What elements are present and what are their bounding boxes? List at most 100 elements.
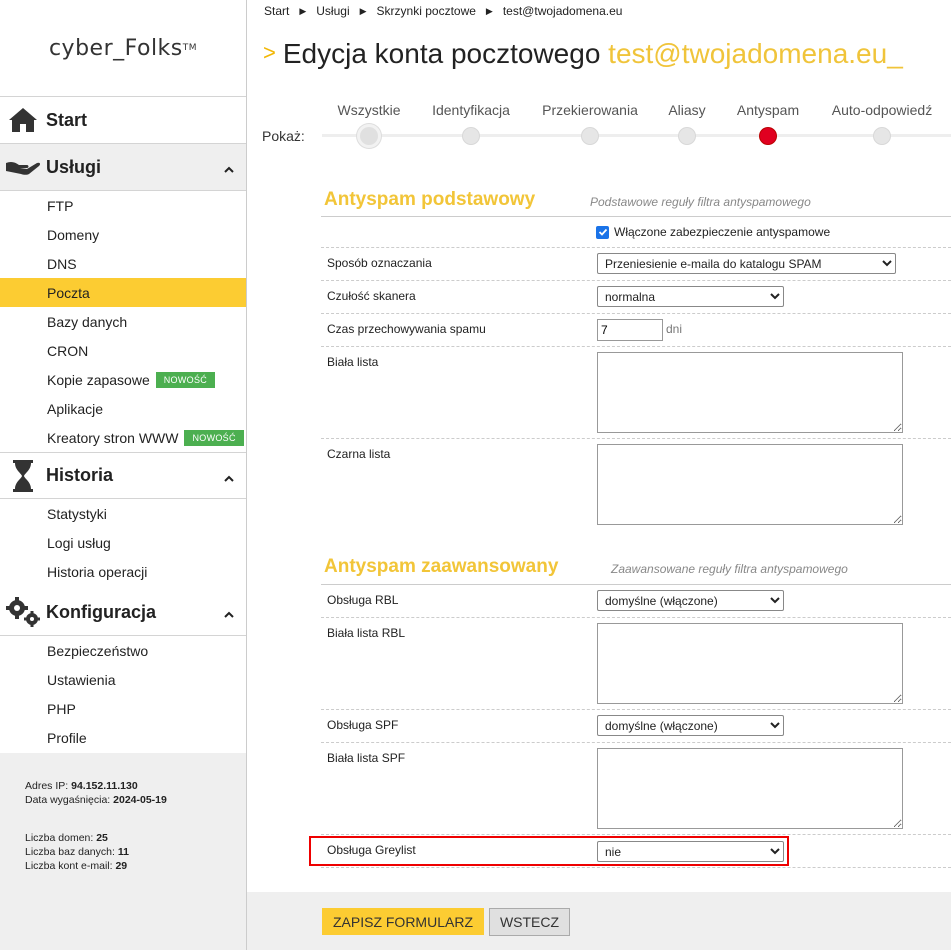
retention-input[interactable] bbox=[597, 319, 663, 341]
sidebar-item-label: CRON bbox=[47, 342, 89, 359]
main-content: Start ▶ Usługi ▶ Skrzynki pocztowe ▶ tes… bbox=[247, 0, 951, 950]
title-chevron-icon: > bbox=[263, 40, 276, 65]
brand-name: cyber_Folks bbox=[48, 35, 183, 61]
sidebar-item-historia-operacji[interactable]: Historia operacji bbox=[0, 557, 246, 586]
tab-dot-auto-odpowiedz[interactable] bbox=[873, 127, 891, 145]
expiry-row: Data wygaśnięcia: 2024-05-19 bbox=[25, 793, 246, 807]
brand-logo[interactable]: cyber_Folks TM bbox=[0, 0, 246, 97]
rbl-label: Obsługa RBL bbox=[327, 593, 399, 607]
domains-value: 25 bbox=[96, 832, 108, 844]
sidebar-item-kopie-zapasowe[interactable]: Kopie zapasowe NOWOŚĆ bbox=[0, 365, 246, 394]
tab-aliasy[interactable]: Aliasy bbox=[668, 102, 705, 118]
divider bbox=[321, 346, 951, 347]
expiry-label: Data wygaśnięcia: bbox=[25, 794, 111, 806]
antispam-enabled-label: Włączone zabezpieczenie antyspamowe bbox=[614, 225, 831, 239]
tab-wszystkie[interactable]: Wszystkie bbox=[338, 102, 401, 118]
divider bbox=[321, 617, 951, 618]
chevron-right-icon: ▶ bbox=[359, 5, 367, 16]
sidebar-item-label: PHP bbox=[47, 700, 76, 717]
spf-whitelist-textarea[interactable] bbox=[597, 748, 903, 829]
back-button[interactable]: WSTECZ bbox=[489, 908, 570, 936]
tab-identyfikacja[interactable]: Identyfikacja bbox=[432, 102, 510, 118]
page-title-email: test@twojadomena.eu_ bbox=[608, 38, 903, 69]
sensitivity-label: Czułość skanera bbox=[327, 289, 416, 303]
sidebar-item-profile[interactable]: Profile bbox=[0, 723, 246, 752]
tabs-track bbox=[322, 134, 951, 137]
save-form-button[interactable]: ZAPISZ FORMULARZ bbox=[322, 908, 484, 935]
greylist-select[interactable]: nie bbox=[597, 841, 784, 862]
marking-select[interactable]: Przeniesienie e-maila do katalogu SPAM bbox=[597, 253, 896, 274]
breadcrumb-skrzynki[interactable]: Skrzynki pocztowe bbox=[377, 4, 476, 18]
sidebar-item-label: DNS bbox=[47, 255, 77, 272]
emails-value: 29 bbox=[115, 860, 128, 872]
sidebar-item-cron[interactable]: CRON bbox=[0, 336, 246, 365]
sidebar-item-label: Statystyki bbox=[47, 505, 107, 522]
nav-uslugi[interactable]: Usługi bbox=[0, 144, 246, 191]
tab-antyspam[interactable]: Antyspam bbox=[737, 102, 799, 118]
sidebar-item-domeny[interactable]: Domeny bbox=[0, 220, 246, 249]
sidebar-item-label: Logi usług bbox=[47, 534, 111, 551]
divider bbox=[321, 313, 951, 314]
tab-dot-wszystkie[interactable] bbox=[357, 124, 381, 148]
sidebar-item-statystyki[interactable]: Statystyki bbox=[0, 499, 246, 528]
divider bbox=[321, 438, 951, 439]
sensitivity-select[interactable]: normalna bbox=[597, 286, 784, 307]
breadcrumb-uslugi[interactable]: Usługi bbox=[316, 4, 349, 18]
tab-przekierowania[interactable]: Przekierowania bbox=[542, 102, 638, 118]
ip-row: Adres IP: 94.152.11.130 bbox=[25, 779, 246, 793]
rbl-select[interactable]: domyślne (włączone) bbox=[597, 590, 784, 611]
retention-unit: dni bbox=[666, 322, 683, 336]
sidebar-item-php[interactable]: PHP bbox=[0, 694, 246, 723]
blacklist-label: Czarna lista bbox=[327, 447, 391, 461]
sidebar-item-dns[interactable]: DNS bbox=[0, 249, 246, 278]
ip-label: Adres IP: bbox=[25, 780, 69, 792]
sidebar-item-bezpieczenstwo[interactable]: Bezpieczeństwo bbox=[0, 636, 246, 665]
tab-auto-odpowiedz[interactable]: Auto-odpowiedź bbox=[832, 102, 932, 118]
sidebar-item-poczta[interactable]: Poczta bbox=[0, 278, 246, 307]
nav-konfiguracja[interactable]: Konfiguracja bbox=[0, 589, 246, 636]
new-badge: NOWOŚĆ bbox=[184, 429, 244, 446]
divider bbox=[321, 584, 951, 585]
domains-row: Liczba domen: 25 bbox=[25, 831, 246, 845]
uslugi-subnav: FTP Domeny DNS Poczta Bazy danych CRON K… bbox=[0, 191, 246, 452]
spf-whitelist-label: Biała lista SPF bbox=[327, 751, 406, 765]
brand-tm: TM bbox=[182, 43, 198, 53]
sidebar-item-label: FTP bbox=[47, 197, 74, 214]
hand-icon bbox=[0, 157, 46, 177]
nav-konfiguracja-label: Konfiguracja bbox=[46, 601, 157, 622]
checkbox-checked-icon[interactable] bbox=[596, 225, 609, 239]
sidebar-item-label: Ustawienia bbox=[47, 671, 116, 688]
expiry-value: 2024-05-19 bbox=[113, 794, 167, 806]
nav-historia[interactable]: Historia bbox=[0, 452, 246, 499]
sidebar-item-logi-uslug[interactable]: Logi usług bbox=[0, 528, 246, 557]
rbl-whitelist-textarea[interactable] bbox=[597, 623, 903, 704]
nav-start[interactable]: Start bbox=[0, 97, 246, 144]
sidebar-item-kreatory[interactable]: Kreatory stron WWW NOWOŚĆ bbox=[0, 423, 246, 452]
whitelist-textarea[interactable] bbox=[597, 352, 903, 433]
spf-select[interactable]: domyślne (włączone) bbox=[597, 715, 784, 736]
sidebar-item-bazy-danych[interactable]: Bazy danych bbox=[0, 307, 246, 336]
basic-section-subtitle: Podstawowe reguły filtra antyspamowego bbox=[590, 195, 811, 209]
antispam-enabled-checkbox-row[interactable]: Włączone zabezpieczenie antyspamowe bbox=[596, 225, 830, 239]
sidebar-item-aplikacje[interactable]: Aplikacje bbox=[0, 394, 246, 423]
tab-dot-antyspam[interactable] bbox=[759, 127, 777, 145]
sidebar-item-ustawienia[interactable]: Ustawienia bbox=[0, 665, 246, 694]
emails-label: Liczba kont e-mail: bbox=[25, 860, 113, 872]
breadcrumb-start[interactable]: Start bbox=[264, 4, 289, 18]
tab-dot-przekierowania[interactable] bbox=[581, 127, 599, 145]
chevron-up-icon bbox=[224, 606, 234, 624]
konfiguracja-subnav: Bezpieczeństwo Ustawienia PHP Profile bbox=[0, 636, 246, 752]
whitelist-label: Biała lista bbox=[327, 355, 379, 369]
sidebar-item-ftp[interactable]: FTP bbox=[0, 191, 246, 220]
divider bbox=[321, 280, 951, 281]
form-footer: ZAPISZ FORMULARZ WSTECZ bbox=[247, 892, 951, 950]
blacklist-textarea[interactable] bbox=[597, 444, 903, 525]
tab-dot-aliasy[interactable] bbox=[678, 127, 696, 145]
tab-dot-identyfikacja[interactable] bbox=[462, 127, 480, 145]
chevron-right-icon: ▶ bbox=[485, 5, 493, 16]
dbs-value: 11 bbox=[117, 846, 129, 858]
divider bbox=[321, 247, 951, 248]
sidebar-item-label: Domeny bbox=[47, 226, 100, 243]
hourglass-icon bbox=[0, 459, 46, 492]
home-icon bbox=[0, 106, 46, 134]
